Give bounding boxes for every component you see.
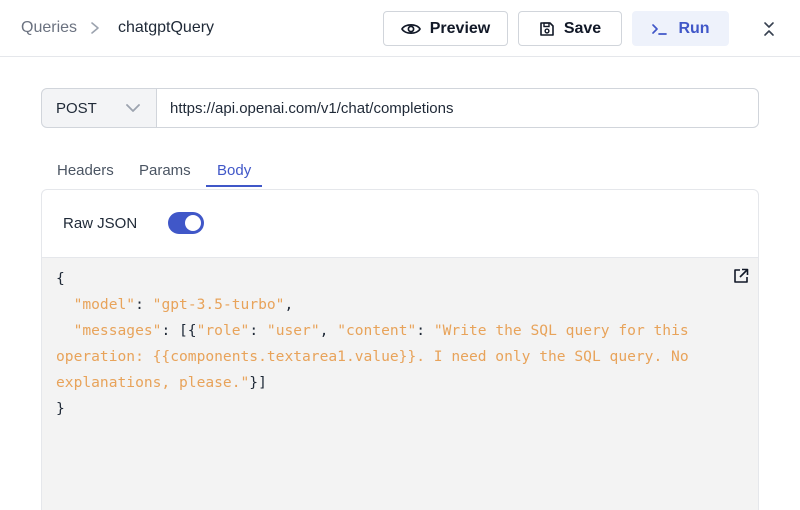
run-button-label: Run bbox=[678, 19, 710, 37]
url-value: https://api.openai.com/v1/chat/completio… bbox=[170, 100, 454, 117]
save-button[interactable]: Save bbox=[518, 11, 622, 46]
url-input[interactable]: https://api.openai.com/v1/chat/completio… bbox=[156, 88, 759, 128]
chevron-down-icon bbox=[126, 104, 140, 112]
tab-body[interactable]: Body bbox=[217, 162, 251, 179]
raw-json-toggle[interactable] bbox=[168, 212, 204, 234]
external-link-icon[interactable] bbox=[732, 267, 750, 285]
toggle-knob bbox=[185, 215, 201, 231]
preview-button-label: Preview bbox=[429, 19, 491, 37]
expand-collapse-icon[interactable] bbox=[761, 19, 777, 39]
method-select[interactable]: POST bbox=[41, 88, 157, 128]
tab-headers[interactable]: Headers bbox=[57, 162, 114, 179]
json-code[interactable]: { "model": "gpt-3.5-turbo", "messages": … bbox=[56, 266, 736, 422]
terminal-icon bbox=[652, 23, 668, 35]
code-role-value: "user" bbox=[266, 322, 320, 339]
code-open-brace: { bbox=[56, 270, 65, 287]
json-editor[interactable]: { "model": "gpt-3.5-turbo", "messages": … bbox=[42, 257, 758, 510]
query-header: Queries chatgptQuery Preview Save Run bbox=[0, 0, 800, 57]
code-model-key: "model" bbox=[73, 296, 136, 313]
breadcrumb-query-name[interactable]: chatgptQuery bbox=[118, 19, 214, 37]
code-model-value: "gpt-3.5-turbo" bbox=[152, 296, 285, 313]
chevron-right-icon bbox=[91, 22, 99, 34]
code-role-key: "role" bbox=[196, 322, 250, 339]
breadcrumb-queries[interactable]: Queries bbox=[21, 19, 77, 37]
run-button[interactable]: Run bbox=[632, 11, 729, 46]
code-close-brace: } bbox=[56, 400, 65, 417]
tab-params[interactable]: Params bbox=[139, 162, 191, 179]
code-content-key: "content" bbox=[337, 322, 417, 339]
code-messages-key: "messages" bbox=[73, 322, 162, 339]
body-panel: Raw JSON { "model": "gpt-3.5-turbo", "me… bbox=[41, 189, 759, 510]
method-value: POST bbox=[56, 100, 97, 117]
active-tab-indicator bbox=[206, 185, 262, 187]
save-icon bbox=[540, 21, 554, 36]
save-button-label: Save bbox=[563, 19, 602, 37]
eye-icon bbox=[400, 23, 421, 34]
preview-button[interactable]: Preview bbox=[383, 11, 508, 46]
raw-json-label: Raw JSON bbox=[63, 215, 138, 232]
